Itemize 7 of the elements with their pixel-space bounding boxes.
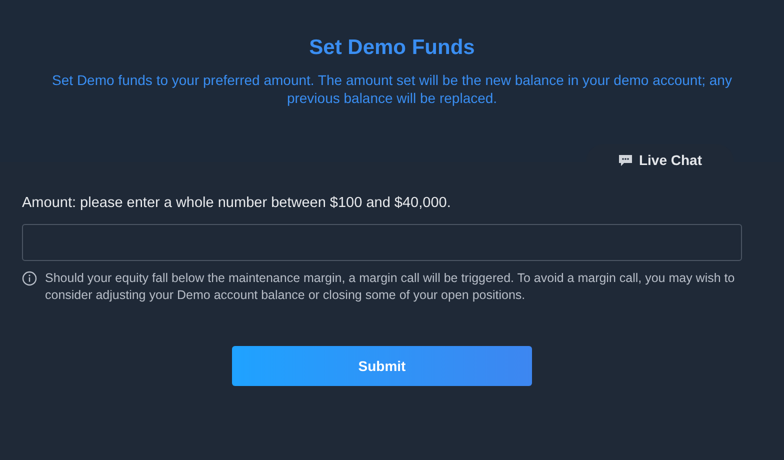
margin-call-note: Should your equity fall below the maintenance margin, a margin call will be triggered. To avoid a margin call, you may wish to consider adjusting your Demo account balance or closing some of your open positions. <box>45 270 736 304</box>
chat-bubble-icon <box>618 154 633 166</box>
amount-input-field[interactable] <box>22 224 742 261</box>
description-text: Set Demo funds to your preferred amount. The amount set will be the new balance in your demo account; any previous balance will be replaced. <box>51 71 733 107</box>
page-title: Set Demo Funds <box>309 36 475 60</box>
amount-label: Amount: please enter a whole number between $100 and $40,000. <box>22 195 451 211</box>
info-icon <box>22 271 37 286</box>
